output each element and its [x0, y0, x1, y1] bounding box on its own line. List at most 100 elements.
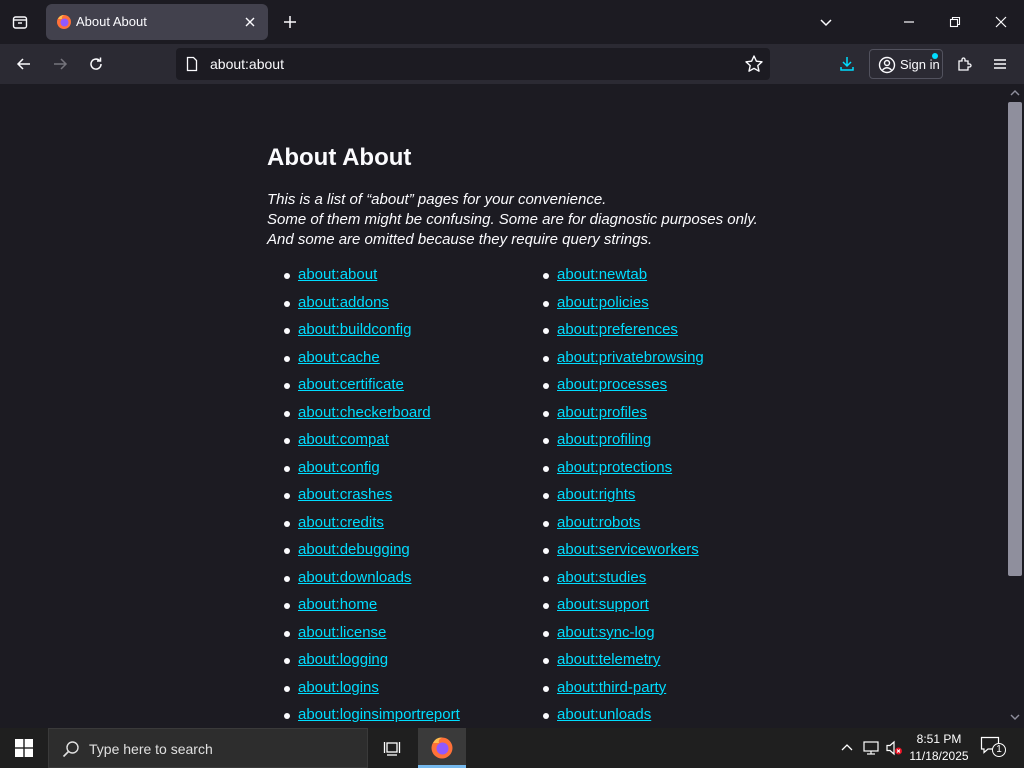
about-page-link[interactable]: about:sync-log [557, 624, 655, 641]
taskbar-search-box[interactable]: Type here to search [48, 728, 368, 768]
notification-count-badge: 1 [992, 743, 1006, 757]
about-page-link[interactable]: about:debugging [298, 541, 410, 558]
about-page-link[interactable]: about:serviceworkers [557, 541, 699, 558]
list-all-tabs-button[interactable] [810, 6, 842, 38]
list-item: about:protections [543, 459, 704, 487]
restore-icon [949, 16, 961, 28]
about-page-link[interactable]: about:buildconfig [298, 321, 411, 338]
list-item: about:config [284, 459, 460, 487]
tab-strip: About About [0, 0, 1024, 44]
reload-button[interactable] [80, 48, 112, 80]
bookmark-star-icon[interactable] [744, 54, 764, 74]
list-item: about:rights [543, 486, 704, 514]
search-icon [62, 741, 79, 758]
about-page-link[interactable]: about:about [298, 266, 377, 283]
minimize-button[interactable] [893, 6, 925, 38]
about-page-link[interactable]: about:newtab [557, 266, 647, 283]
tab-title: About About [76, 14, 147, 29]
tab-about-about[interactable]: About About [46, 4, 268, 40]
minimize-icon [904, 21, 914, 23]
about-page-link[interactable]: about:protections [557, 459, 672, 476]
windows-logo-icon [15, 739, 33, 757]
sign-in-button[interactable]: Sign in [869, 49, 943, 79]
list-item: about:buildconfig [284, 321, 460, 349]
network-button[interactable] [861, 738, 881, 758]
about-page-link[interactable]: about:processes [557, 376, 667, 393]
about-page-link[interactable]: about:third-party [557, 679, 666, 696]
clock-date[interactable]: 11/18/2025 [904, 749, 974, 763]
about-page-link[interactable]: about:downloads [298, 569, 411, 586]
about-page-link[interactable]: about:certificate [298, 376, 404, 393]
about-page-link[interactable]: about:crashes [298, 486, 392, 503]
list-item: about:newtab [543, 266, 704, 294]
url-bar[interactable]: about:about [176, 48, 770, 80]
about-page-link[interactable]: about:policies [557, 294, 649, 311]
forward-button[interactable] [44, 48, 76, 80]
about-page-link[interactable]: about:cache [298, 349, 380, 366]
scroll-down-arrow-icon[interactable] [1010, 712, 1020, 722]
about-page-link[interactable]: about:studies [557, 569, 646, 586]
about-page-link[interactable]: about:preferences [557, 321, 678, 338]
list-item: about:studies [543, 569, 704, 597]
about-page-link[interactable]: about:logins [298, 679, 379, 696]
app-menu-button[interactable] [984, 48, 1016, 80]
navigation-toolbar: about:about Sign in [0, 44, 1024, 84]
tab-list-button[interactable] [4, 6, 36, 38]
close-window-button[interactable] [985, 6, 1017, 38]
about-page-link[interactable]: about:compat [298, 431, 389, 448]
list-item: about:unloads [543, 706, 704, 728]
volume-button[interactable] [884, 738, 904, 758]
about-page-link[interactable]: about:rights [557, 486, 635, 503]
extensions-button[interactable] [948, 48, 980, 80]
downloads-button[interactable] [831, 48, 863, 80]
task-view-button[interactable] [372, 728, 412, 768]
about-page-link[interactable]: about:robots [557, 514, 640, 531]
about-page-link[interactable]: about:addons [298, 294, 389, 311]
about-page-link[interactable]: about:logging [298, 651, 388, 668]
show-hidden-icons-button[interactable] [837, 738, 857, 758]
list-item: about:profiling [543, 431, 704, 459]
vertical-scrollbar[interactable] [1006, 84, 1024, 728]
new-tab-button[interactable] [274, 6, 306, 38]
about-page-link[interactable]: about:telemetry [557, 651, 660, 668]
firefox-view-icon [12, 16, 28, 29]
list-item: about:profiles [543, 404, 704, 432]
list-item: about:compat [284, 431, 460, 459]
about-page-link[interactable]: about:unloads [557, 706, 651, 723]
list-item: about:certificate [284, 376, 460, 404]
about-page-link[interactable]: about:config [298, 459, 380, 476]
about-page-link[interactable]: about:home [298, 596, 377, 613]
list-item: about:cache [284, 349, 460, 377]
close-icon [995, 16, 1007, 28]
about-page-link[interactable]: about:support [557, 596, 649, 613]
about-page-link[interactable]: about:profiling [557, 431, 651, 448]
list-item: about:privatebrowsing [543, 349, 704, 377]
tab-close-button[interactable] [240, 12, 260, 32]
back-button[interactable] [8, 48, 40, 80]
about-page-link[interactable]: about:checkerboard [298, 404, 431, 421]
scroll-up-arrow-icon[interactable] [1010, 88, 1020, 98]
clock-time[interactable]: 8:51 PM [904, 732, 974, 746]
url-text[interactable]: about:about [210, 56, 284, 72]
list-item: about:logins [284, 679, 460, 707]
intro-line-1: This is a list of “about” pages for your… [267, 191, 607, 208]
list-item: about:robots [543, 514, 704, 542]
taskbar-firefox-button[interactable] [418, 728, 466, 768]
about-page-link[interactable]: about:privatebrowsing [557, 349, 704, 366]
list-item: about:checkerboard [284, 404, 460, 432]
about-page-link[interactable]: about:profiles [557, 404, 647, 421]
list-item: about:telemetry [543, 651, 704, 679]
about-page-link[interactable]: about:loginsimportreport [298, 706, 460, 723]
search-placeholder: Type here to search [89, 741, 213, 757]
plus-icon [284, 16, 296, 28]
scrollbar-thumb[interactable] [1008, 102, 1022, 576]
task-view-icon [383, 742, 401, 756]
list-item: about:home [284, 596, 460, 624]
about-page-link[interactable]: about:credits [298, 514, 384, 531]
restore-button[interactable] [939, 6, 971, 38]
network-icon [863, 741, 879, 755]
action-center-button[interactable]: 1 [980, 736, 1006, 760]
start-button[interactable] [0, 728, 48, 768]
about-page-link[interactable]: about:license [298, 624, 386, 641]
list-item: about:policies [543, 294, 704, 322]
